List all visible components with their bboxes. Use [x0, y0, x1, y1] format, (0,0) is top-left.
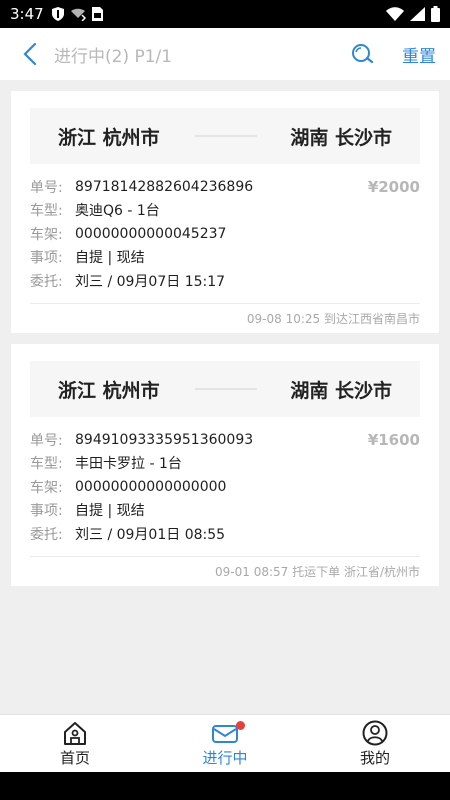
sim-icon — [91, 7, 103, 21]
order-list: 浙江 杭州市 湖南 长沙市 ¥2000 单号: 89718142882604236… — [0, 80, 450, 714]
field-label: 事项: — [30, 250, 63, 267]
battery-icon — [431, 6, 440, 22]
route-from: 浙江 杭州市 — [58, 379, 160, 402]
user-icon — [362, 719, 388, 747]
tab-home[interactable]: 首页 — [0, 715, 150, 772]
chevron-left-icon — [23, 42, 37, 66]
status-bar: 3:47 — [0, 0, 450, 28]
field-label: 单号: — [30, 179, 63, 196]
home-icon — [62, 719, 88, 747]
mail-icon — [211, 719, 245, 747]
order-number-row: 单号: 89491093335951360093 — [30, 428, 420, 452]
tab-label: 我的 — [359, 749, 390, 767]
consignor: 刘三 / 09月07日 15:17 — [75, 273, 226, 290]
items: 自提 | 现结 — [75, 503, 145, 520]
items-row: 事项: 自提 | 现结 — [30, 246, 420, 270]
cast-icon — [70, 7, 86, 21]
tab-mine[interactable]: 我的 — [300, 715, 450, 772]
wifi-icon — [386, 7, 404, 21]
notification-dot — [236, 721, 245, 730]
tab-label: 首页 — [59, 749, 90, 767]
vin-row: 车架: 00000000000000000 — [30, 475, 420, 499]
shield-icon — [51, 7, 64, 21]
field-label: 单号: — [30, 432, 63, 449]
vehicle-model: 丰田卡罗拉 - 1台 — [75, 456, 182, 473]
field-label: 事项: — [30, 503, 63, 520]
route-line — [195, 388, 257, 390]
route-bar: 浙江 杭州市 湖南 长沙市 — [30, 361, 420, 417]
items-row: 事项: 自提 | 现结 — [30, 499, 420, 523]
back-button[interactable] — [4, 28, 56, 80]
tab-label: 进行中 — [202, 749, 248, 767]
divider — [30, 556, 420, 557]
reset-button[interactable]: 重置 — [402, 42, 436, 67]
status-time: 3:47 — [10, 5, 44, 23]
field-label: 委托: — [30, 526, 63, 543]
route-line — [195, 135, 257, 137]
search-button[interactable] — [346, 38, 380, 70]
vehicle-model: 奥迪Q6 - 1台 — [75, 203, 160, 220]
route-bar: 浙江 杭州市 湖南 长沙市 — [30, 108, 420, 164]
consignor-row: 委托: 刘三 / 09月01日 08:55 — [30, 522, 420, 546]
field-label: 车型: — [30, 203, 63, 220]
order-card[interactable]: 浙江 杭州市 湖南 长沙市 ¥2000 单号: 89718142882604236… — [11, 91, 439, 333]
order-card[interactable]: 浙江 杭州市 湖南 长沙市 ¥1600 单号: 89491093335951360… — [11, 344, 439, 586]
page-title: 进行中(2) P1/1 — [54, 46, 173, 67]
order-info: 单号: 8971814288260423689​6 车型: 奥迪Q6 - 1台 车架… — [30, 175, 420, 293]
order-number: 8971814288260423689​6 — [75, 178, 254, 195]
route-to: 湖南 长沙市 — [290, 379, 392, 402]
search-icon — [352, 44, 374, 64]
divider — [30, 303, 420, 304]
tracking-note: 09-01 08:57 托运下单 浙江省/杭州市 — [215, 565, 420, 579]
app-header: 进行中(2) P1/1 重置 — [0, 28, 450, 80]
consignor: 刘三 / 09月01日 08:55 — [75, 526, 226, 543]
route-from: 浙江 杭州市 — [58, 126, 160, 149]
order-number-row: 单号: 8971814288260423689​6 — [30, 175, 420, 199]
items: 自提 | 现结 — [75, 250, 145, 267]
vin: 00000000000045237 — [75, 225, 227, 242]
vehicle-model-row: 车型: 丰田卡罗拉 - 1台 — [30, 452, 420, 476]
order-number: 89491093335951360093 — [75, 431, 254, 448]
signal-icon — [410, 7, 425, 21]
vin: 00000000000000000 — [75, 478, 227, 495]
field-label: 车型: — [30, 456, 63, 473]
consignor-row: 委托: 刘三 / 09月07日 15:17 — [30, 269, 420, 293]
field-label: 委托: — [30, 273, 63, 290]
tracking-note: 09-08 10:25 到达江西省南昌市 — [246, 312, 420, 326]
field-label: 车架: — [30, 479, 63, 496]
vehicle-model-row: 车型: 奥迪Q6 - 1台 — [30, 199, 420, 223]
system-nav-bar — [0, 772, 450, 800]
tab-in-progress[interactable]: 进行中 — [150, 715, 300, 772]
order-info: 单号: 89491093335951360093 车型: 丰田卡罗拉 - 1台 车架… — [30, 428, 420, 546]
bottom-tab-bar: 首页 进行中 我的 — [0, 714, 450, 772]
route-to: 湖南 长沙市 — [290, 126, 392, 149]
vin-row: 车架: 00000000000045237 — [30, 222, 420, 246]
field-label: 车架: — [30, 226, 63, 243]
